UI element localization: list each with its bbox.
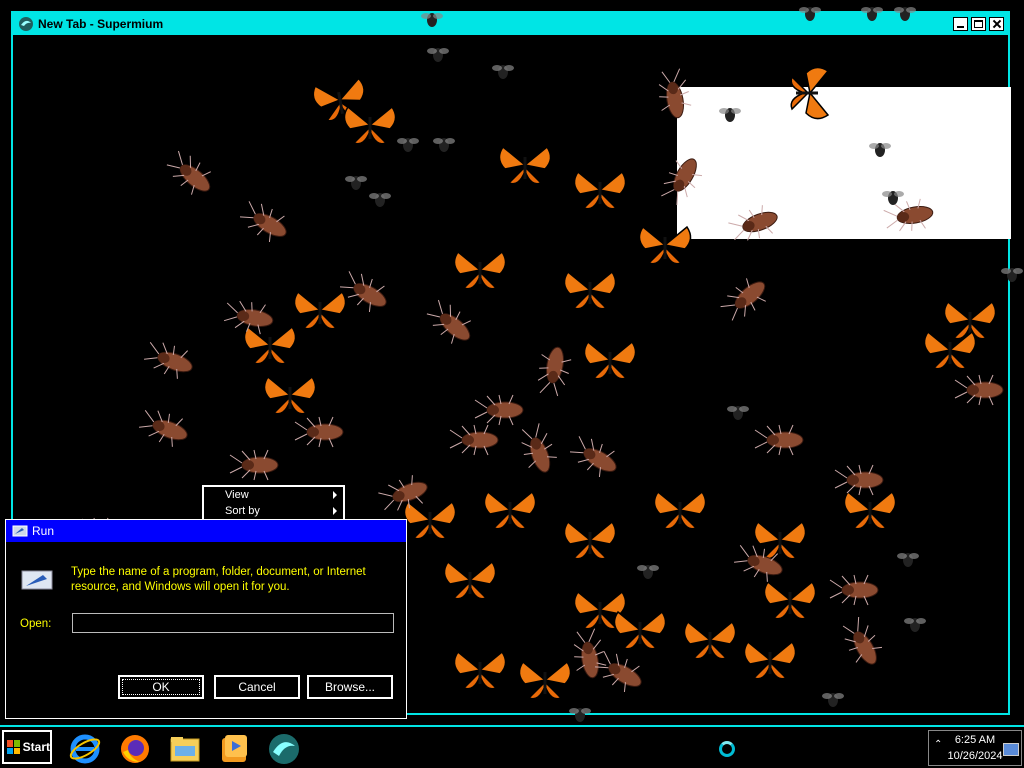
run-icon [12, 525, 28, 537]
minimize-button[interactable] [953, 17, 968, 31]
loading-spinner-icon [719, 741, 735, 757]
clock-time: 6:25 AM [954, 734, 996, 746]
network-icon[interactable] [1003, 743, 1019, 756]
open-input[interactable] [72, 613, 394, 633]
context-menu-item-view[interactable]: View [204, 487, 343, 503]
window-titlebar[interactable]: New Tab - Supermium [13, 13, 1008, 35]
start-label: Start [22, 740, 50, 754]
cancel-button[interactable]: Cancel [214, 675, 300, 699]
maximize-button[interactable] [971, 17, 986, 31]
run-dialog: Run Type the name of a program, folder, … [5, 519, 407, 719]
close-button[interactable] [989, 17, 1004, 31]
supermium-taskbar-icon[interactable] [267, 732, 301, 766]
show-hidden-icons-icon[interactable]: ⌃ [934, 739, 942, 750]
desktop-context-menu: View Sort by [202, 485, 345, 521]
window-title: New Tab - Supermium [38, 17, 164, 31]
submenu-arrow-icon [333, 507, 337, 515]
windows-logo-icon [7, 740, 20, 754]
page-image-panel [677, 87, 1011, 239]
submenu-arrow-icon [333, 491, 337, 499]
context-menu-item-label: View [225, 489, 249, 501]
start-button[interactable]: Start [2, 730, 52, 764]
taskbar: Start ⌃ 6:25 AM 10/26/2024 [0, 725, 1024, 768]
internet-explorer-icon[interactable] [68, 732, 102, 766]
system-tray[interactable]: ⌃ 6:25 AM 10/26/2024 [928, 730, 1022, 766]
run-dialog-message: Type the name of a program, folder, docu… [71, 566, 366, 593]
supermium-icon [19, 17, 33, 31]
context-menu-item-label: Sort by [225, 505, 260, 517]
context-menu-item-sort-by[interactable]: Sort by [204, 503, 343, 519]
run-dialog-titlebar[interactable]: Run [6, 520, 406, 542]
open-label: Open: [20, 618, 52, 630]
run-dialog-title: Run [32, 524, 55, 538]
run-program-icon [21, 570, 53, 590]
browse-button[interactable]: Browse... [307, 675, 393, 699]
media-player-icon[interactable] [217, 732, 251, 766]
ok-button[interactable]: OK [118, 675, 204, 699]
firefox-icon[interactable] [118, 732, 152, 766]
file-explorer-icon[interactable] [168, 732, 202, 766]
clock-date: 10/26/2024 [947, 750, 1003, 762]
